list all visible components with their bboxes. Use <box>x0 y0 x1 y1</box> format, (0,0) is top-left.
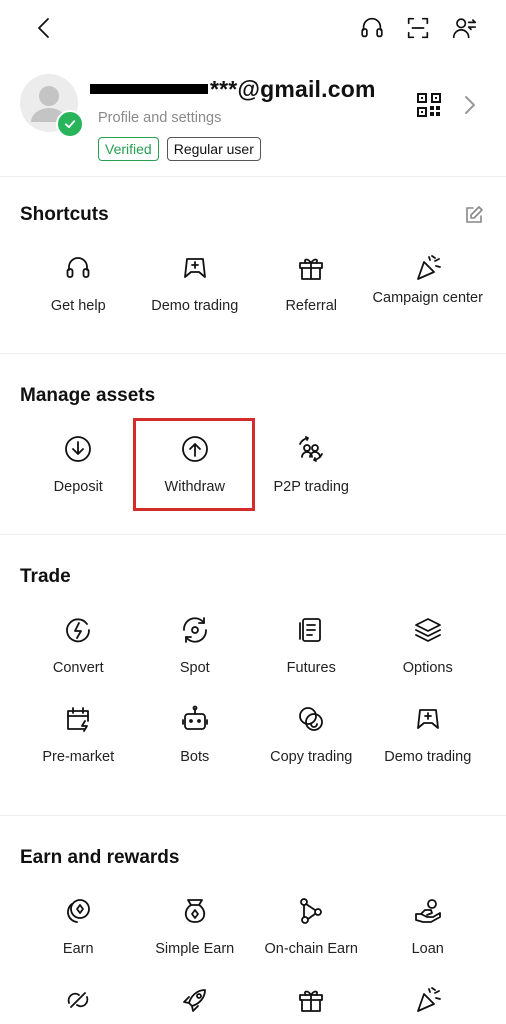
rocket-icon <box>177 982 213 1018</box>
trade-spot[interactable]: Spot <box>137 612 254 677</box>
section-title: Manage assets <box>20 385 156 406</box>
coin-stack-icon <box>60 893 96 929</box>
top-bar <box>0 0 506 56</box>
earn-on-chain-earn[interactable]: On-chain Earn <box>253 893 370 958</box>
edit-icon[interactable] <box>464 205 484 225</box>
user-level-badge: Regular user <box>166 137 261 161</box>
back-arrow-icon[interactable] <box>30 14 58 42</box>
earn-row2-item-2[interactable] <box>137 982 254 1018</box>
switch-account-icon[interactable] <box>448 12 480 44</box>
deposit-arrow-icon <box>60 431 96 467</box>
section-title: Earn and rewards <box>20 847 180 868</box>
chevron-right-icon[interactable] <box>462 94 478 116</box>
robot-icon <box>177 701 213 737</box>
copy-trading-icon <box>293 701 329 737</box>
trade-futures[interactable]: Futures <box>253 612 370 677</box>
convert-icon <box>60 612 96 648</box>
asset-p2p-trading[interactable]: P2P trading <box>253 431 370 496</box>
trade-convert[interactable]: Convert <box>20 612 137 677</box>
party-popper-icon <box>410 250 446 286</box>
gift-icon <box>293 250 329 286</box>
nodes-icon <box>293 893 329 929</box>
trade-copy-trading[interactable]: Copy trading <box>253 701 370 766</box>
loan-hand-coin-icon <box>410 893 446 929</box>
scan-icon[interactable] <box>402 12 434 44</box>
headset-icon <box>60 250 96 286</box>
profile-card[interactable]: ***@gmail.com Profile and settings Verif… <box>0 70 506 176</box>
section-title: Trade <box>20 566 71 587</box>
trade-section: Trade Convert Spot Futures Options Pre-m… <box>0 534 506 814</box>
earn-row2-item-1[interactable] <box>20 982 137 1018</box>
qr-code-icon[interactable] <box>416 92 442 118</box>
layers-icon <box>410 612 446 648</box>
earn-earn[interactable]: Earn <box>20 893 137 958</box>
trade-bots[interactable]: Bots <box>137 701 254 766</box>
gamepad-icon <box>410 701 446 737</box>
earn-loan[interactable]: Loan <box>370 893 487 958</box>
shortcut-campaign-center[interactable]: Campaign center <box>370 250 487 315</box>
earn-row2-item-4[interactable] <box>370 982 487 1018</box>
money-bag-icon <box>177 893 213 929</box>
futures-icon <box>293 612 329 648</box>
verified-badge: Verified <box>98 137 159 161</box>
shortcuts-section: Shortcuts Get help Demo trading Referral… <box>0 176 506 352</box>
profile-settings-link[interactable]: Profile and settings <box>98 110 221 126</box>
shortcut-get-help[interactable]: Get help <box>20 250 137 315</box>
account-email: ***@gmail.com <box>90 76 376 103</box>
crossed-link-icon <box>60 982 96 1018</box>
shortcut-demo-trading[interactable]: Demo trading <box>137 250 254 315</box>
avatar[interactable] <box>20 74 84 138</box>
redacted-username <box>90 83 208 94</box>
withdraw-highlight-box <box>133 418 255 511</box>
trade-pre-market[interactable]: Pre-market <box>20 701 137 766</box>
calendar-flash-icon <box>60 701 96 737</box>
gamepad-icon <box>177 250 213 286</box>
earn-row2-item-3[interactable] <box>253 982 370 1018</box>
asset-deposit[interactable]: Deposit <box>20 431 137 496</box>
verified-check-icon <box>56 110 84 138</box>
earn-section: Earn and rewards Earn Simple Earn On-cha… <box>0 815 506 1024</box>
p2p-exchange-icon <box>293 431 329 467</box>
party-popper-icon <box>410 982 446 1018</box>
section-title: Shortcuts <box>20 204 109 225</box>
trade-demo-trading[interactable]: Demo trading <box>370 701 487 766</box>
gift-icon <box>293 982 329 1018</box>
headset-icon[interactable] <box>356 12 388 44</box>
spot-icon <box>177 612 213 648</box>
trade-options[interactable]: Options <box>370 612 487 677</box>
shortcut-referral[interactable]: Referral <box>253 250 370 315</box>
earn-simple-earn[interactable]: Simple Earn <box>137 893 254 958</box>
